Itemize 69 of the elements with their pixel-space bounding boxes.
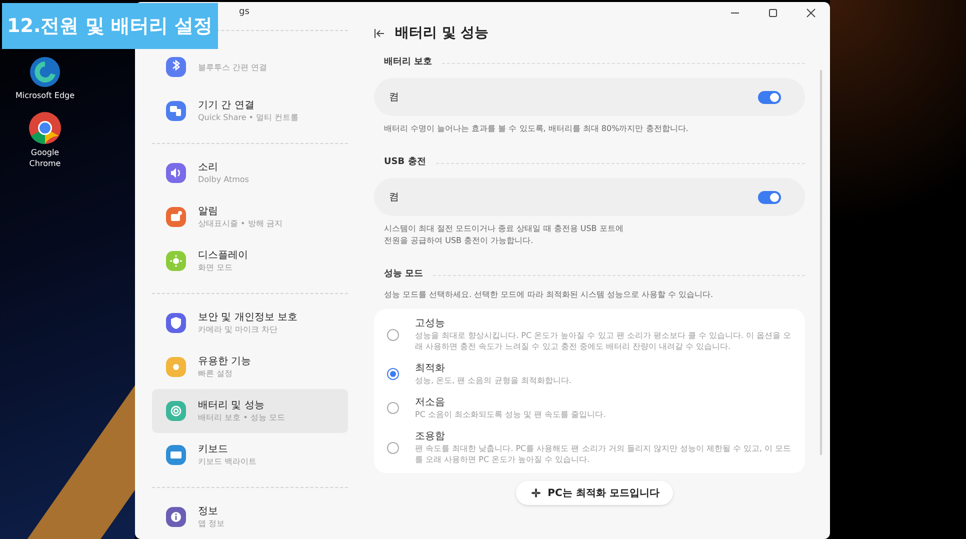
browser-swirl-icon[interactable] <box>29 56 61 88</box>
sidebar-item[interactable]: 유용한 기능 빠른 설정 <box>152 345 348 389</box>
section-description: 시스템이 최대 절전 모드이거나 종료 상태일 때 충전용 USB 포트에 <box>384 223 624 235</box>
toggle-row[interactable]: 켬 <box>374 78 805 116</box>
fan-icon <box>530 487 542 499</box>
toast-text: PC는 최적화 모드입니다 <box>548 486 660 500</box>
radio-option[interactable]: 조용함 팬 속도를 최대한 낮춥니다. PC를 사용해도 팬 소리가 거의 들리지 않지만 성능이 제한될 수 있고, 이 모드를 오래 사용하면 PC 온도가 높아질 수 있습니다. <box>387 425 792 470</box>
radio-button[interactable] <box>387 368 399 380</box>
section-description: 성능 모드를 선택하세요. 선택한 모드에 따라 최적화된 시스템 성능으로 사용할 수 있습니다. <box>384 289 714 301</box>
sidebar-item-subtitle: 상태표시줄 • 방해 금지 <box>198 218 282 229</box>
sidebar-item[interactable]: 배터리 및 성능 배터리 보호 • 성능 모드 <box>152 389 348 433</box>
section-description: 배터리 수명이 늘어나는 효과를 볼 수 있도록, 배터리를 최대 80%까지만 충전합니다. <box>384 123 690 135</box>
page-title: 배터리 및 성능 <box>395 24 489 42</box>
option-description: 팬 속도를 최대한 낮춥니다. PC를 사용해도 팬 소리가 거의 들리지 않지만 성능이 제한될 수 있고, 이 모드를 오래 사용하면 PC 온도가 높아질 수 있습니다. <box>415 443 792 465</box>
radio-button[interactable] <box>387 328 399 340</box>
sidebar-item-subtitle: Dolby Atmos <box>198 174 249 185</box>
sidebar-item-title: 배터리 및 성능 <box>198 399 266 412</box>
sidebar-item[interactable]: 정보 앱 정보 <box>152 495 348 539</box>
sidebar-item[interactable]: 소리 Dolby Atmos <box>152 151 348 195</box>
toggle-row[interactable]: 켬 <box>374 178 805 216</box>
option-description: PC 소음이 최소화되도록 성능 및 팬 속도를 줄입니다. <box>415 409 607 420</box>
sidebar-item-title: 키보드 <box>198 443 229 456</box>
toggle-switch[interactable] <box>758 190 781 204</box>
option-description: 성능을 최대로 향상시킵니다. PC 온도가 높아질 수 있고 팬 소리가 평소보다 클 수 있습니다. 이 옵션을 오래 사용하면 충전 속도가 느려질 수 있고 충전 중에도 배터리 잔량이 내려갈 수 있습니다. <box>415 330 792 352</box>
sidebar-item[interactable]: 기기 간 연결 Quick Share • 멀티 컨트롤 <box>152 89 348 133</box>
sidebar-item-subtitle: 앱 정보 <box>198 518 225 529</box>
sidebar-item-subtitle: 카메라 및 마이크 차단 <box>198 324 279 335</box>
option-description: 성능, 온도, 팬 소음의 균형을 최적화합니다. <box>415 375 572 386</box>
sidebar-item-title: 소리 <box>198 161 219 174</box>
sidebar-item-subtitle: 화면 모드 <box>198 262 234 273</box>
section-description: 전원을 공급하여 USB 충전이 가능합니다. <box>384 235 534 247</box>
sidebar-item-title: 유용한 기능 <box>198 355 252 368</box>
sidebar-item-subtitle: Quick Share • 멀티 컨트롤 <box>198 112 299 123</box>
sidebar-item[interactable]: 디스플레이 화면 모드 <box>152 239 348 283</box>
option-title: 저소음 <box>415 396 446 409</box>
browser-circle-icon[interactable] <box>28 111 62 145</box>
sidebar-item-title: 정보 <box>198 505 219 518</box>
desktop-icon-label: Google Chrome <box>28 147 62 169</box>
radio-button[interactable] <box>387 402 399 414</box>
video-caption: 12.전원 및 배터리 설정 <box>2 3 218 49</box>
window-title: gs <box>239 6 250 20</box>
sidebar-item-subtitle: 빠른 설정 <box>198 368 234 379</box>
toggle-label: 켬 <box>389 190 399 204</box>
section-heading: USB 충전 <box>383 156 426 170</box>
sidebar-item-subtitle: 키보드 백라이트 <box>198 456 257 467</box>
sidebar-item-title: 보안 및 개인정보 보호 <box>198 311 298 324</box>
section-heading: 성능 모드 <box>383 268 424 282</box>
sidebar-item[interactable]: 보안 및 개인정보 보호 카메라 및 마이크 차단 <box>152 301 348 345</box>
toggle-switch[interactable] <box>758 90 781 104</box>
sidebar-item-subtitle: 배터리 보호 • 성능 모드 <box>198 412 285 423</box>
close-icon <box>806 8 816 18</box>
option-title: 조용함 <box>415 430 446 443</box>
option-title: 고성능 <box>415 317 446 330</box>
sidebar-item-title: 기기 간 연결 <box>198 99 256 112</box>
sidebar-item[interactable]: 키보드 키보드 백라이트 <box>152 433 348 477</box>
radio-option[interactable]: 저소음 PC 소음이 최소화되도록 성능 및 팬 속도를 줄입니다. <box>387 391 792 425</box>
sidebar-item-title: 알림 <box>198 205 219 218</box>
sidebar-item-subtitle: 블루투스 간편 연결 <box>198 62 268 72</box>
section-heading: 배터리 보호 <box>383 56 432 70</box>
radio-option[interactable]: 고성능 성능을 최대로 향상시킵니다. PC 온도가 높아질 수 있고 팬 소리가 평소보다 클 수 있습니다. 이 옵션을 오래 사용하면 충전 속도가 느려질 수 있고 충전 중에도 배터리 잔량이 내려갈 수 있습니다. <box>387 312 792 357</box>
toggle-label: 켬 <box>389 90 399 104</box>
radio-button[interactable] <box>387 442 399 454</box>
maximize-icon <box>768 8 778 18</box>
sidebar-item-title: 디스플레이 <box>198 249 248 262</box>
sidebar-item[interactable]: 알림 상태표시줄 • 방해 금지 <box>152 195 348 239</box>
desktop-icon-label: Microsoft Edge <box>15 90 75 101</box>
back-arrow-icon[interactable] <box>374 28 385 38</box>
option-title: 최적화 <box>415 362 446 375</box>
radio-option[interactable]: 최적화 성능, 온도, 팬 소음의 균형을 최적화합니다. <box>387 357 792 391</box>
